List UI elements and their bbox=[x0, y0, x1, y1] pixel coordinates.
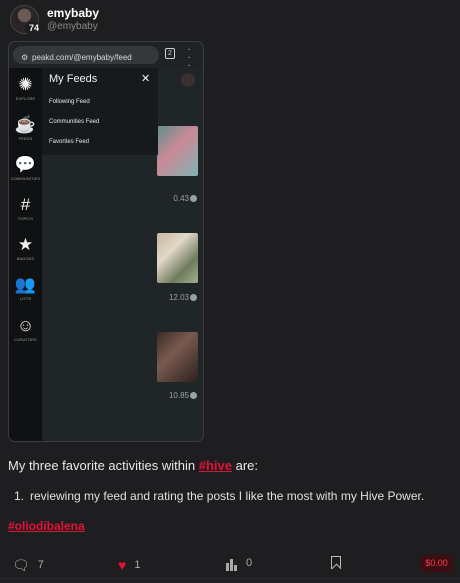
bookmark-button[interactable] bbox=[331, 556, 341, 569]
post-thumbnail bbox=[157, 233, 198, 283]
compass-icon: ✺ bbox=[18, 75, 33, 94]
list-item: reviewing my feed and rating the posts I… bbox=[30, 489, 425, 503]
divider bbox=[0, 578, 460, 579]
post-payout: 0.43 bbox=[173, 194, 197, 203]
list-number: 1. bbox=[14, 489, 25, 503]
reputation-badge: 74 bbox=[25, 22, 43, 35]
author-name[interactable]: emybaby bbox=[47, 6, 99, 20]
like-button[interactable]: ♥ 1 bbox=[118, 557, 140, 573]
post-thumbnail bbox=[157, 332, 198, 382]
peakd-sidebar: ✺ EXPLORE ☕ FEEDS 💬 COMMUNITIES # TOPICS… bbox=[9, 68, 42, 441]
feeds-menu-title: My Feeds bbox=[49, 73, 98, 85]
sidebar-item-communities: 💬 COMMUNITIES bbox=[9, 155, 42, 182]
post-thumbnail bbox=[157, 126, 198, 176]
heart-icon: ♥ bbox=[118, 557, 127, 573]
feed-item-following: Following Feed bbox=[49, 99, 90, 105]
browser-url-bar: ⚙ peakd.com/@emybaby/feed 2 · · · bbox=[9, 42, 203, 71]
chat-bubbles-icon: 💬 bbox=[14, 155, 37, 174]
sidebar-item-badges: ★ BADGES bbox=[9, 235, 42, 262]
brain-icon: ☺ bbox=[16, 316, 35, 335]
close-icon: ✕ bbox=[141, 73, 151, 85]
users-icon: 👥 bbox=[14, 275, 37, 294]
like-count: 1 bbox=[134, 559, 141, 571]
hive-icon bbox=[190, 195, 197, 202]
sidebar-item-curators: ☺ CURATORS bbox=[9, 316, 42, 343]
comment-button[interactable]: 🗨 7 bbox=[12, 557, 44, 574]
url-text: peakd.com/@emybaby/feed bbox=[32, 53, 132, 62]
post-intro: My three favorite activities within #hiv… bbox=[8, 458, 258, 473]
bar-chart-icon bbox=[226, 559, 238, 571]
sidebar-label: COMMUNITIES bbox=[10, 176, 41, 181]
url-pill: ⚙ peakd.com/@emybaby/feed bbox=[13, 46, 159, 64]
bookmark-icon bbox=[331, 556, 341, 569]
hive-icon bbox=[190, 392, 197, 399]
sidebar-item-explore: ✺ EXPLORE bbox=[9, 75, 42, 102]
badge-icon: ★ bbox=[17, 235, 34, 254]
post-payout: 10.85 bbox=[169, 391, 197, 400]
tab-count-icon: 2 bbox=[165, 48, 175, 59]
intro-text-end: are: bbox=[231, 458, 258, 473]
post-tag-link[interactable]: #oliodibalena bbox=[8, 519, 85, 533]
my-feeds-menu: My Feeds ✕ Following Feed Communities Fe… bbox=[42, 68, 158, 155]
sidebar-label: TOPICS bbox=[17, 216, 34, 221]
feed-item-favorites: Favorites Feed bbox=[49, 139, 90, 145]
profile-avatar bbox=[181, 73, 195, 87]
votes-button[interactable]: 0 bbox=[226, 557, 252, 571]
hash-icon: # bbox=[20, 195, 31, 214]
hive-icon bbox=[190, 294, 197, 301]
hive-tag-link[interactable]: #hive bbox=[199, 458, 232, 473]
comment-icon: 🗨 bbox=[12, 557, 30, 573]
site-settings-icon: ⚙ bbox=[21, 53, 29, 62]
sidebar-item-feeds: ☕ FEEDS bbox=[9, 115, 42, 142]
payout-badge[interactable]: $0.00 bbox=[420, 555, 453, 572]
sidebar-label: FEEDS bbox=[18, 136, 33, 141]
post-payout: 12.03 bbox=[169, 293, 197, 302]
sidebar-label: EXPLORE bbox=[15, 96, 36, 101]
author-handle[interactable]: @emybaby bbox=[47, 21, 98, 32]
coffee-icon: ☕ bbox=[14, 115, 37, 134]
more-menu-icon: · · · bbox=[187, 44, 191, 71]
sidebar-label: BADGES bbox=[16, 256, 35, 261]
sidebar-label: CURATORS bbox=[14, 337, 37, 342]
sidebar-item-lists: 👥 LISTS bbox=[9, 275, 42, 302]
post-image[interactable]: ⚙ peakd.com/@emybaby/feed 2 · · · ✺ EXPLOR… bbox=[8, 41, 204, 442]
sidebar-label: LISTS bbox=[19, 296, 32, 301]
intro-text: My three favorite activities within bbox=[8, 458, 199, 473]
vote-count: 0 bbox=[246, 557, 253, 569]
sidebar-item-topics: # TOPICS bbox=[9, 195, 42, 222]
comment-count: 7 bbox=[37, 559, 44, 571]
feed-item-communities: Communities Feed bbox=[49, 119, 100, 125]
